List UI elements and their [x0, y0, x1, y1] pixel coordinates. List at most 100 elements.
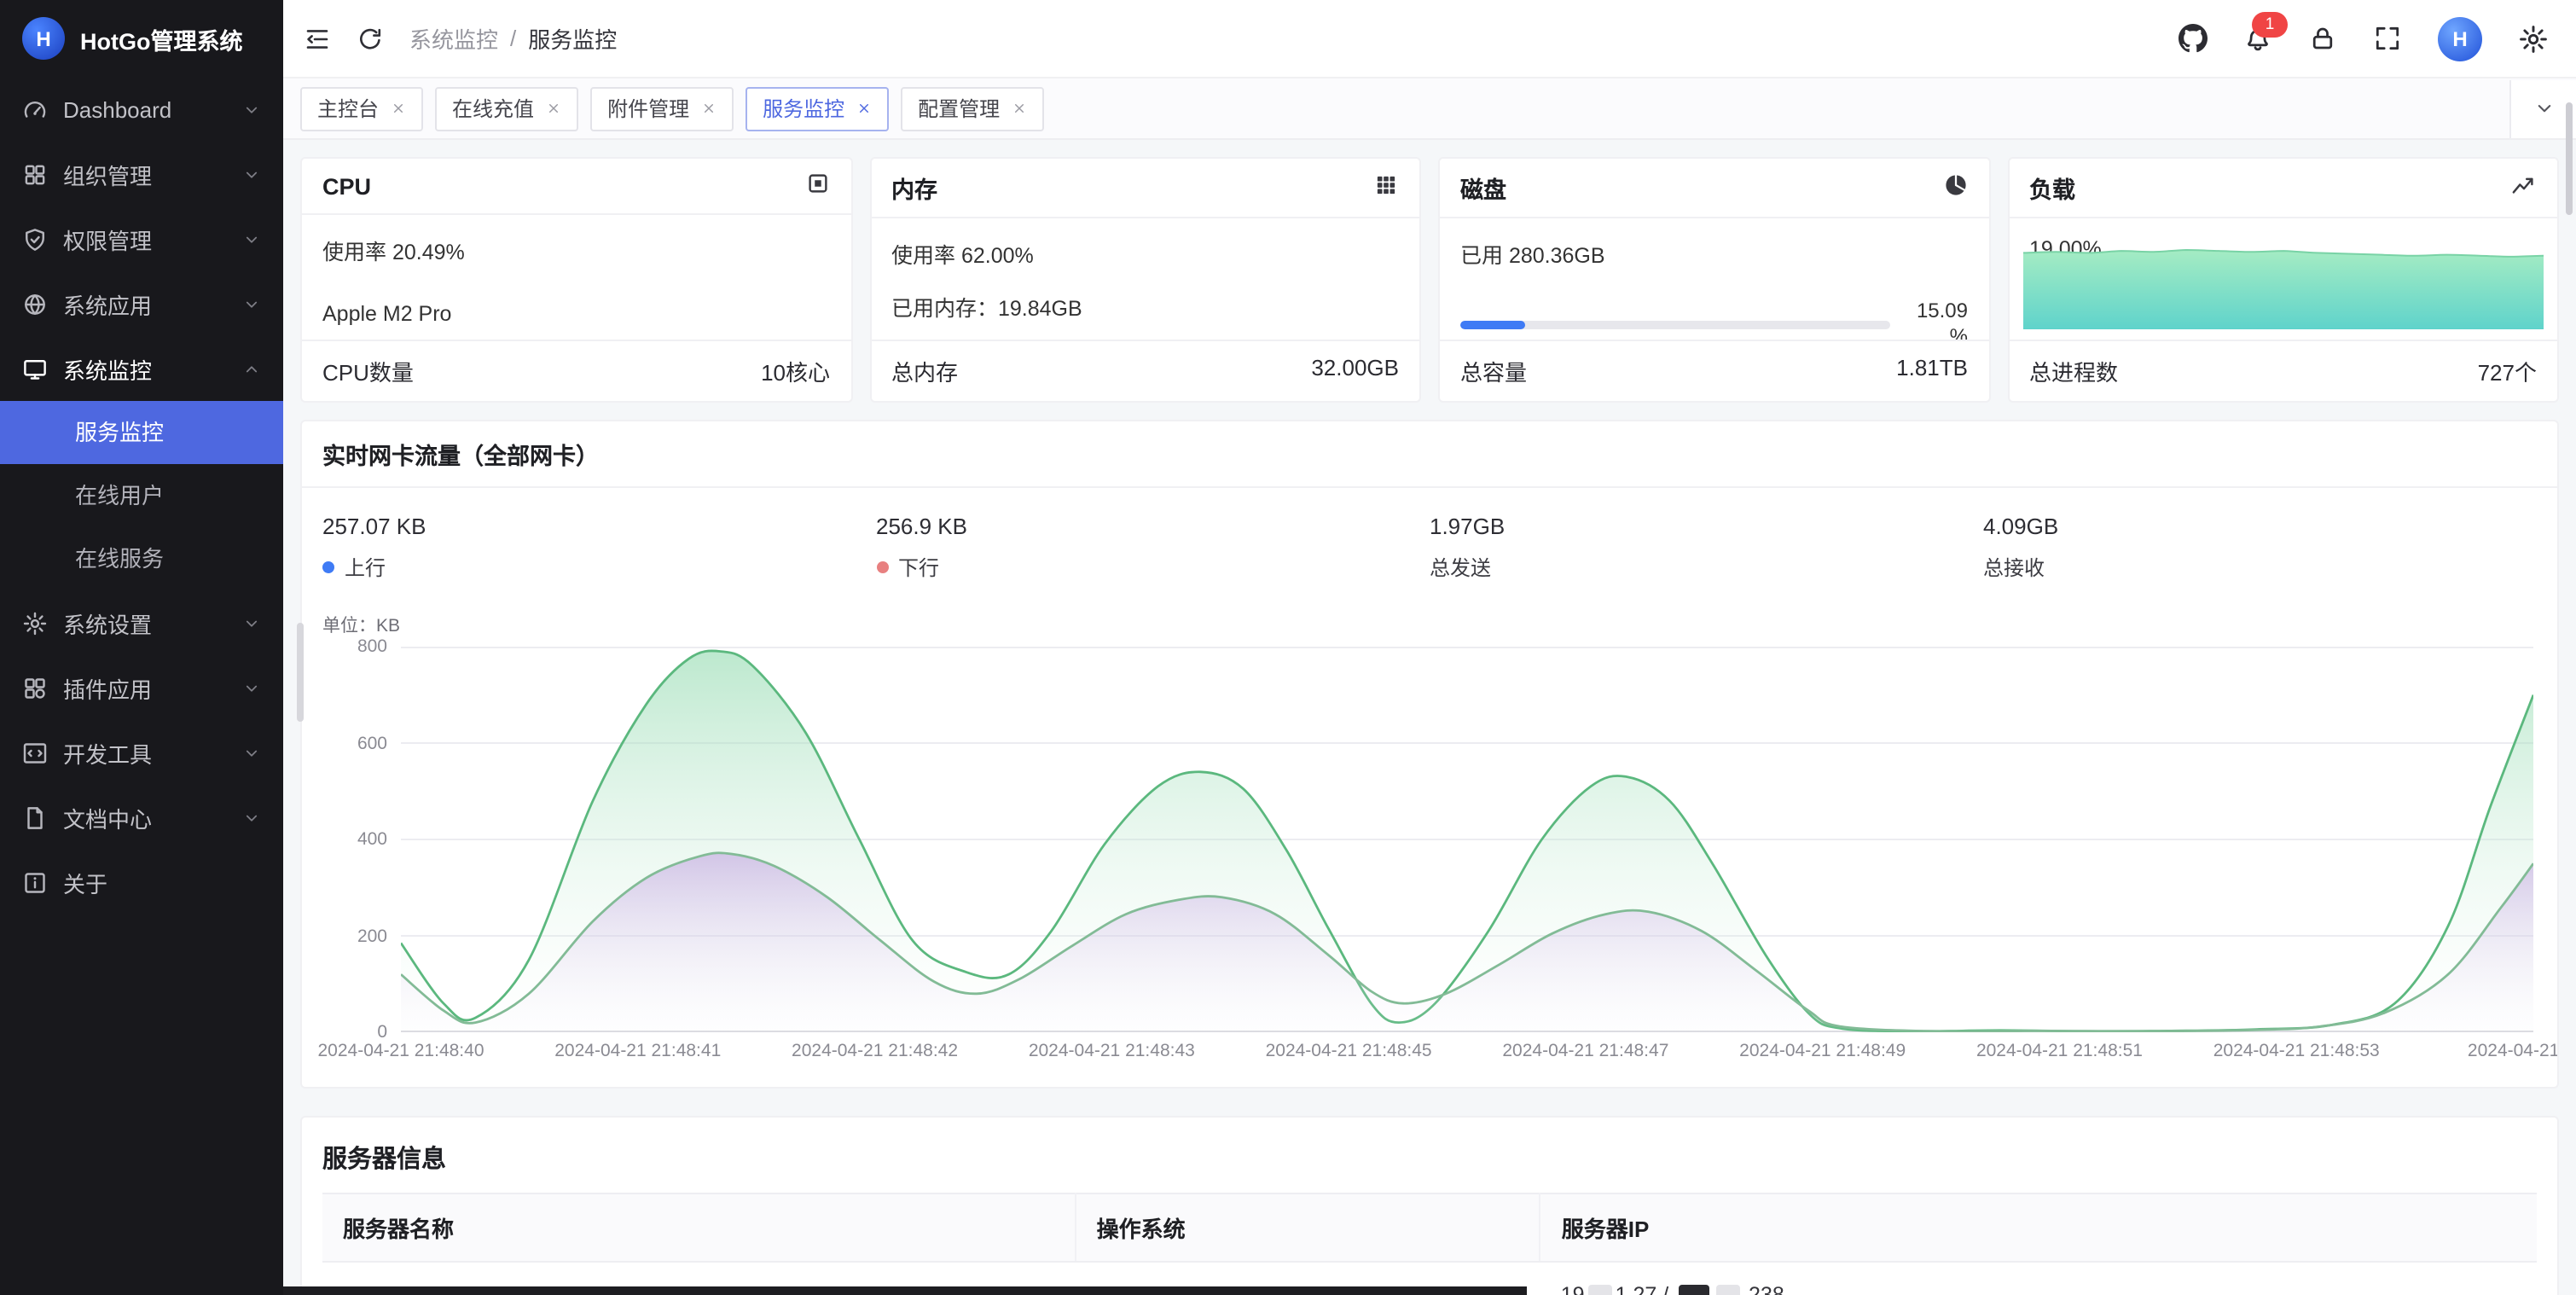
tab-item[interactable]: 主控台: [300, 86, 423, 131]
x-tick-label: 2024-04-21 21:48:53: [2213, 1041, 2380, 1061]
topbar: 系统监控 / 服务监控 1H: [283, 0, 2576, 78]
app-title: HotGo管理系统: [80, 21, 243, 55]
sidebar-item-label: 文档中心: [63, 801, 152, 833]
sidebar-item-docs[interactable]: 文档中心: [0, 785, 283, 850]
tab-item[interactable]: 服务监控: [746, 86, 889, 131]
ip-text: 1.27 /: [1616, 1283, 1675, 1295]
notification-badge: 1: [2252, 12, 2288, 38]
refresh-button[interactable]: [357, 25, 384, 52]
disk-footer-value: 1.81TB: [1896, 355, 1968, 387]
gear-button[interactable]: [2518, 23, 2549, 54]
tab-label: 在线充值: [452, 94, 534, 123]
ip-redacted-block: [1678, 1285, 1709, 1295]
sidebar-item-monitor[interactable]: 系统监控: [0, 336, 283, 401]
y-tick-label: 800: [357, 636, 387, 657]
menu-button[interactable]: [304, 25, 331, 52]
memory-footer-label: 总内存: [891, 355, 958, 387]
memory-footer-value: 32.00GB: [1311, 355, 1399, 387]
user-avatar[interactable]: H: [2438, 16, 2482, 61]
disk-card: 磁盘 已用 280.36GB 15.09 %: [1438, 157, 1990, 403]
network-card-title: 实时网卡流量（全部网卡）: [302, 421, 2557, 488]
page-scrollbar-thumb[interactable]: [2566, 102, 2573, 215]
ip-redacted-block: [1715, 1285, 1739, 1295]
close-icon[interactable]: [391, 101, 406, 116]
sidebar-subitem[interactable]: 服务监控: [0, 401, 283, 464]
x-tick-label: 2024-04-21 21:48:51: [1976, 1041, 2143, 1061]
sidebar-item-about[interactable]: 关于: [0, 850, 283, 915]
network-traffic-chart: [401, 647, 2533, 1032]
disk-footer-label: 总容量: [1460, 355, 1527, 387]
close-icon[interactable]: [701, 101, 717, 116]
tab-item[interactable]: 在线充值: [435, 86, 578, 131]
close-icon[interactable]: [1012, 101, 1027, 116]
server-info-card: 服务器信息 服务器名称操作系统服务器IP mengshuaideMBPdarwi…: [300, 1116, 2559, 1295]
x-tick-label: 2024-04-21 21:48:40: [318, 1041, 484, 1061]
server-info-title: 服务器信息: [302, 1118, 2557, 1193]
sidebar-item-dashboard[interactable]: Dashboard: [0, 77, 283, 142]
tab-item[interactable]: 附件管理: [590, 86, 734, 131]
lock-button[interactable]: [2308, 24, 2337, 53]
net-stat: 4.09GB总接收: [1983, 514, 2537, 582]
net-stat-value: 257.07 KB: [322, 514, 876, 539]
sidebar-item-settings[interactable]: 系统设置: [0, 590, 283, 655]
sidebar-item-plugin[interactable]: 插件应用: [0, 655, 283, 720]
sparkline-area: [2022, 250, 2544, 329]
sidebar-item-permission[interactable]: 权限管理: [0, 206, 283, 271]
net-stat-label-text: 上行: [345, 553, 386, 582]
sidebar-item-devtools[interactable]: 开发工具: [0, 720, 283, 785]
x-tick-label: 2024-04-21 21:48:47: [1502, 1041, 1668, 1061]
chevron-up-icon: [242, 359, 261, 378]
tab-label: 配置管理: [918, 94, 1000, 123]
x-tick-label: 2024-04-21 21:48:43: [1029, 1041, 1195, 1061]
y-tick-label: 600: [357, 733, 387, 753]
dashboard-icon: [22, 96, 48, 122]
app-logo-row[interactable]: H HotGo管理系统: [0, 0, 283, 77]
expand-button[interactable]: [2373, 24, 2402, 53]
disk-used: 已用 280.36GB: [1460, 237, 1968, 270]
app-icon: [22, 291, 48, 316]
settings-icon: [22, 610, 48, 636]
x-tick-label: 2024-04-21 21:4: [2468, 1041, 2559, 1061]
net-stat-value: 1.97GB: [1430, 514, 1983, 539]
github-icon: [2179, 24, 2208, 53]
load-sparkline: [2022, 234, 2544, 329]
refresh-icon: [357, 25, 384, 52]
sidebar-subitem[interactable]: 在线用户: [0, 464, 283, 527]
close-icon[interactable]: [856, 101, 872, 116]
ip-text: 19: [1561, 1283, 1585, 1295]
tab-item[interactable]: 配置管理: [901, 86, 1044, 131]
chart-unit-label: 单位：KB: [322, 613, 400, 638]
github-button[interactable]: [2179, 24, 2208, 53]
close-icon[interactable]: [546, 101, 561, 116]
bell-button[interactable]: 1: [2243, 24, 2272, 53]
bottom-dark-strip: [283, 1286, 1527, 1295]
net-stat: 256.9 KB下行: [876, 514, 1430, 582]
net-stat-value: 256.9 KB: [876, 514, 1430, 539]
net-stat: 1.97GB 总发送: [1430, 514, 1983, 582]
sidebar-submenu: 服务监控在线用户在线服务: [0, 401, 283, 590]
chart-y-axis: 8006004002000: [322, 647, 387, 1032]
sider-resize-handle[interactable]: [297, 623, 304, 722]
chevron-down-icon: [242, 743, 261, 762]
breadcrumb-current: 服务监控: [528, 22, 617, 55]
sidebar-item-label: 系统应用: [63, 287, 152, 320]
sidebar-item-label: 权限管理: [63, 223, 152, 255]
sidebar-subitem[interactable]: 在线服务: [0, 527, 283, 590]
load-card: 负载 19.00% 总进程数 727个: [2007, 157, 2559, 403]
column-header: 服务器名称: [322, 1193, 1076, 1262]
chevron-down-icon: [242, 100, 261, 119]
sidebar-item-app[interactable]: 系统应用: [0, 271, 283, 336]
sidebar-nav: Dashboard组织管理权限管理系统应用系统监控服务监控在线用户在线服务系统设…: [0, 77, 283, 915]
column-header: 服务器IP: [1540, 1193, 2537, 1262]
cpu-card: CPU 使用率 20.49% Apple M2 Pro CPU数量 10核心: [300, 157, 852, 403]
network-chart-area: 单位：KB 8006004002000 2024-04-21 21:48:402…: [401, 647, 2533, 1032]
disk-percent: 15.09 %: [1906, 299, 1968, 340]
net-stats: 257.07 KB 上行 256.9 KB下行1.97GB 总发送4.09GB总接收: [302, 488, 2557, 585]
net-stat-label: 总发送: [1430, 553, 1983, 582]
breadcrumb-parent[interactable]: 系统监控: [409, 22, 498, 55]
chevron-down-icon: [242, 229, 261, 248]
sidebar-item-org[interactable]: 组织管理: [0, 142, 283, 206]
cpu-footer-label: CPU数量: [322, 355, 414, 387]
sidebar-item-label: 系统监控: [63, 352, 152, 385]
stat-card-row: CPU 使用率 20.49% Apple M2 Pro CPU数量 10核心 内…: [300, 157, 2559, 403]
